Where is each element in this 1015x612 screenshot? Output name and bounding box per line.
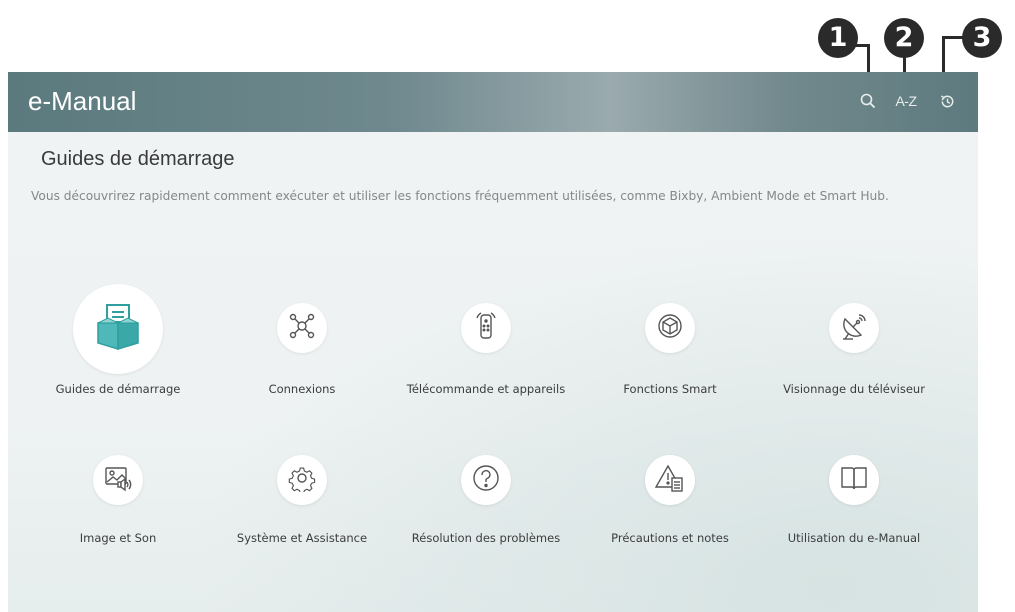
tile-resolution[interactable]: Résolution des problèmes <box>391 437 581 557</box>
tile-icon-circle <box>829 303 879 353</box>
remote-icon <box>473 312 499 344</box>
tile-image-et-son[interactable]: Image et Son <box>23 437 213 557</box>
tile-icon-circle <box>277 303 327 353</box>
callout-2: 2 <box>884 18 924 58</box>
tile-icon-circle <box>461 455 511 505</box>
network-icon <box>288 312 316 344</box>
app-title: e-Manual <box>28 86 137 116</box>
picture-sound-icon <box>103 464 133 496</box>
tile-icon-circle <box>277 455 327 505</box>
tile-icon-circle <box>93 455 143 505</box>
cube-icon <box>656 312 684 344</box>
tile-systeme[interactable]: Système et Assistance <box>207 437 397 557</box>
callout-1: 1 <box>818 18 858 58</box>
tile-label: Résolution des problèmes <box>411 531 561 545</box>
tile-label: Image et Son <box>79 531 157 545</box>
az-sort-button[interactable]: A-Z <box>892 90 920 112</box>
callout-3: 3 <box>962 18 1002 58</box>
content-area: Guides de démarrage Vous découvrirez rap… <box>8 132 978 612</box>
tile-connexions[interactable]: Connexions <box>207 284 397 404</box>
tile-label: Utilisation du e-Manual <box>787 531 921 545</box>
gear-icon <box>288 464 316 496</box>
tile-visionnage[interactable]: Visionnage du téléviseur <box>759 284 949 404</box>
tile-label: Télécommande et appareils <box>406 382 566 396</box>
tile-label: Guides de démarrage <box>55 382 181 396</box>
tile-label: Système et Assistance <box>236 531 368 545</box>
question-icon <box>471 463 501 497</box>
tile-icon-circle <box>645 303 695 353</box>
tile-telecommande[interactable]: Télécommande et appareils <box>391 284 581 404</box>
search-icon[interactable] <box>857 90 879 112</box>
section-description: Vous découvrirez rapidement comment exéc… <box>31 189 889 203</box>
book-icon <box>839 464 869 496</box>
tile-icon-circle <box>829 455 879 505</box>
az-label: A-Z <box>895 93 917 109</box>
app-header: e-Manual A-Z <box>8 72 978 132</box>
tile-label: Fonctions Smart <box>623 382 717 396</box>
warning-note-icon <box>654 463 685 497</box>
tile-fonctions-smart[interactable]: Fonctions Smart <box>575 284 765 404</box>
tile-guides-de-demarrage[interactable]: Guides de démarrage <box>23 284 213 404</box>
box-document-icon <box>94 303 142 355</box>
tile-label: Précautions et notes <box>611 531 729 545</box>
tile-precautions[interactable]: Précautions et notes <box>575 437 765 557</box>
tile-label: Connexions <box>268 382 336 396</box>
tile-utilisation[interactable]: Utilisation du e-Manual <box>759 437 949 557</box>
satellite-dish-icon <box>839 311 869 345</box>
tile-icon-circle <box>645 455 695 505</box>
tile-icon-circle <box>73 284 163 374</box>
section-title: Guides de démarrage <box>41 148 235 170</box>
tile-icon-circle <box>461 303 511 353</box>
history-icon[interactable] <box>936 90 958 112</box>
tile-label: Visionnage du téléviseur <box>783 382 925 396</box>
callout-3-connector <box>942 36 966 39</box>
